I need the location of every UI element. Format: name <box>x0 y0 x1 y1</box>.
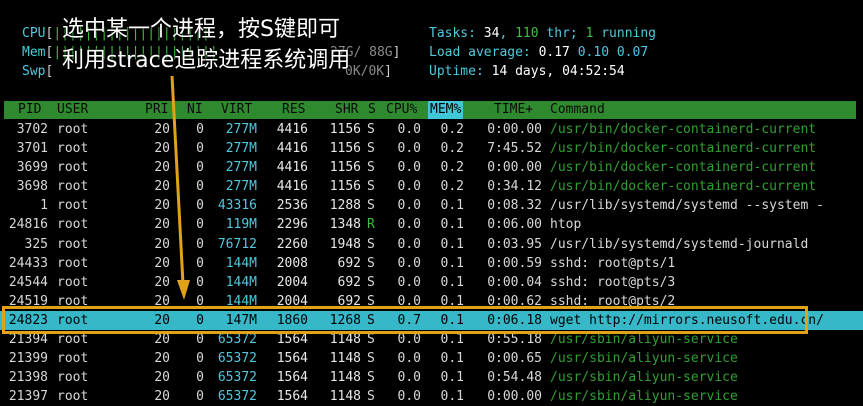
htop-terminal: CPU[|||||||||||||||||||| Mem[|||||||||||… <box>0 0 863 404</box>
annotation-arrow-icon <box>170 75 190 300</box>
